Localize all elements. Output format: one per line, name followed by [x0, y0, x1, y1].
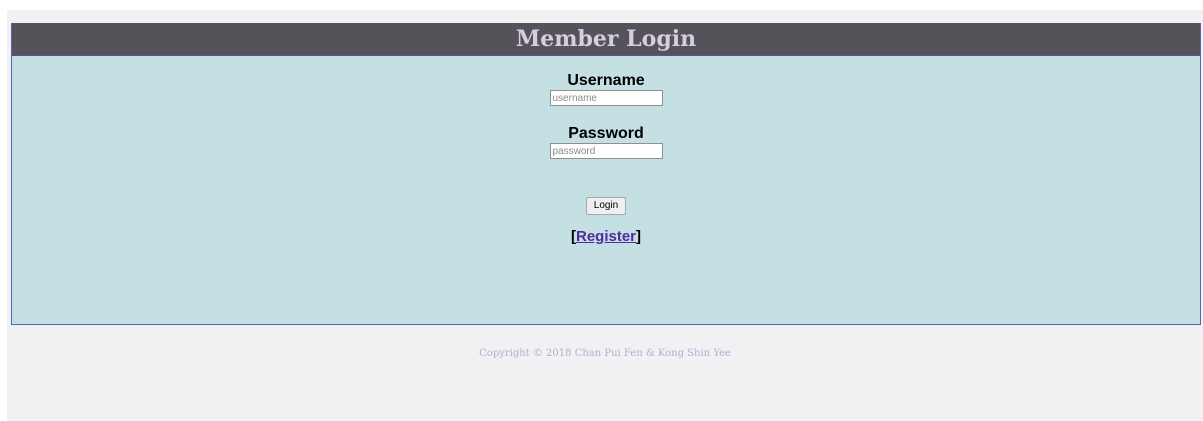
copyright-text: Copyright © 2018 Chan Pui Fen & Kong Shi… — [479, 348, 731, 359]
password-input[interactable] — [549, 143, 663, 159]
register-link[interactable]: Register — [576, 228, 636, 245]
username-input[interactable] — [549, 90, 663, 106]
page-container: Member Login Username Password Login [Re… — [7, 10, 1203, 421]
password-label: Password — [568, 125, 644, 142]
login-button[interactable]: Login — [585, 197, 627, 215]
register-bracket-close: ] — [636, 228, 642, 245]
login-form: Username Password Login [Register] — [12, 56, 1200, 246]
login-panel: Member Login Username Password Login [Re… — [11, 23, 1201, 325]
panel-title: Member Login — [12, 23, 1200, 56]
register-line: [Register] — [12, 228, 1200, 246]
username-label: Username — [567, 72, 645, 89]
